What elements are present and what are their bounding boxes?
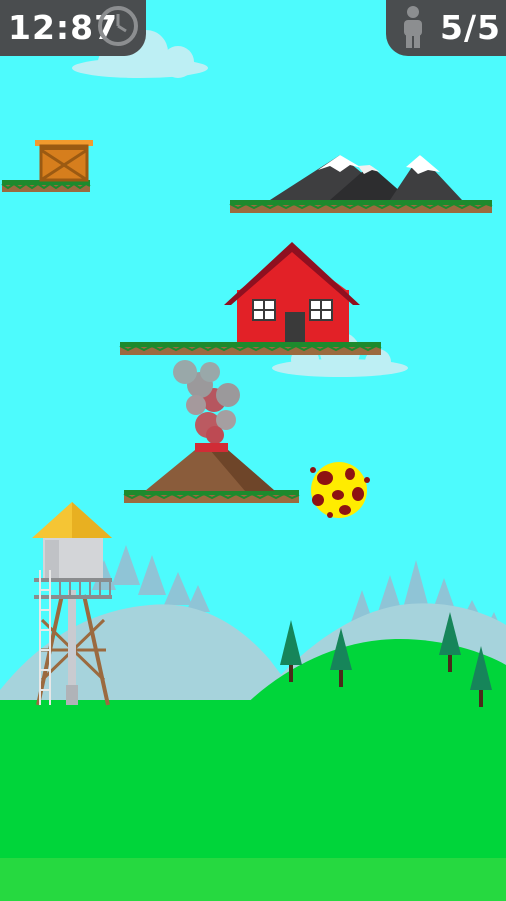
- lives-count: 5/5: [440, 8, 501, 47]
- platform-lower: [123, 490, 300, 503]
- clock-icon: [98, 6, 138, 46]
- platform-top-right: [229, 200, 493, 213]
- timer-panel: 12:87: [0, 0, 146, 56]
- game-scene: [0, 0, 506, 901]
- person-icon: [404, 6, 422, 48]
- ground-strip: [0, 858, 506, 901]
- crate: [35, 140, 93, 182]
- platform-middle: [119, 342, 382, 355]
- lives-panel: 5/5: [386, 0, 506, 56]
- platform-top-left: [1, 180, 91, 192]
